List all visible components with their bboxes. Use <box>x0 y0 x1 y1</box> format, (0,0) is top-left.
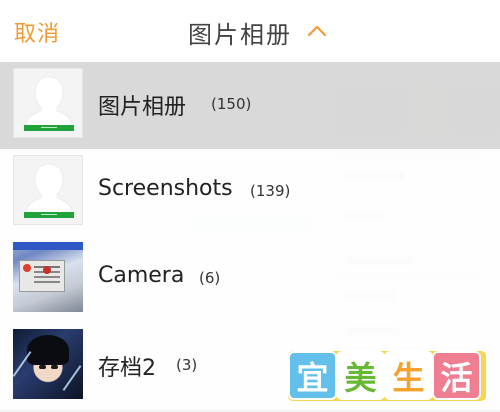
watermark-char: 宜 <box>290 353 335 398</box>
album-row[interactable]: Screenshots (139) <box>0 149 500 236</box>
cancel-button[interactable]: 取消 <box>14 16 60 48</box>
album-thumbnail <box>13 68 83 138</box>
placeholder-avatar-icon <box>13 155 83 225</box>
chevron-up-icon[interactable] <box>306 20 328 42</box>
watermark-char: 活 <box>434 353 479 398</box>
album-name: Camera <box>98 263 185 288</box>
anime-photo-thumbnail <box>13 329 83 399</box>
album-title[interactable]: 图片相册 <box>188 15 292 50</box>
album-name: Screenshots <box>98 176 233 201</box>
album-row[interactable]: 图片相册 (150) <box>0 62 500 149</box>
album-count: (3) <box>176 356 198 374</box>
album-thumbnail <box>13 155 83 225</box>
watermark-logo-tiles: 宜 美 生 活 <box>290 353 479 398</box>
watermark-char: 生 <box>386 353 431 398</box>
album-name: 存档2 <box>98 356 156 381</box>
album-name: 图片相册 <box>98 95 187 120</box>
watermark-char: 美 <box>338 353 383 398</box>
album-count: (139) <box>250 182 291 200</box>
album-count: (150) <box>211 95 252 113</box>
album-count: (6) <box>199 269 221 287</box>
camera-photo-thumbnail <box>13 242 83 312</box>
album-thumbnail <box>13 329 83 399</box>
album-picker-screen: 取消 图片相册 图片相册 (150) Screenshots (139) Cam… <box>0 0 500 412</box>
album-thumbnail <box>13 242 83 312</box>
album-row[interactable]: Camera (6) <box>0 236 500 323</box>
top-bar: 取消 图片相册 <box>0 0 500 62</box>
placeholder-avatar-icon <box>13 68 83 138</box>
